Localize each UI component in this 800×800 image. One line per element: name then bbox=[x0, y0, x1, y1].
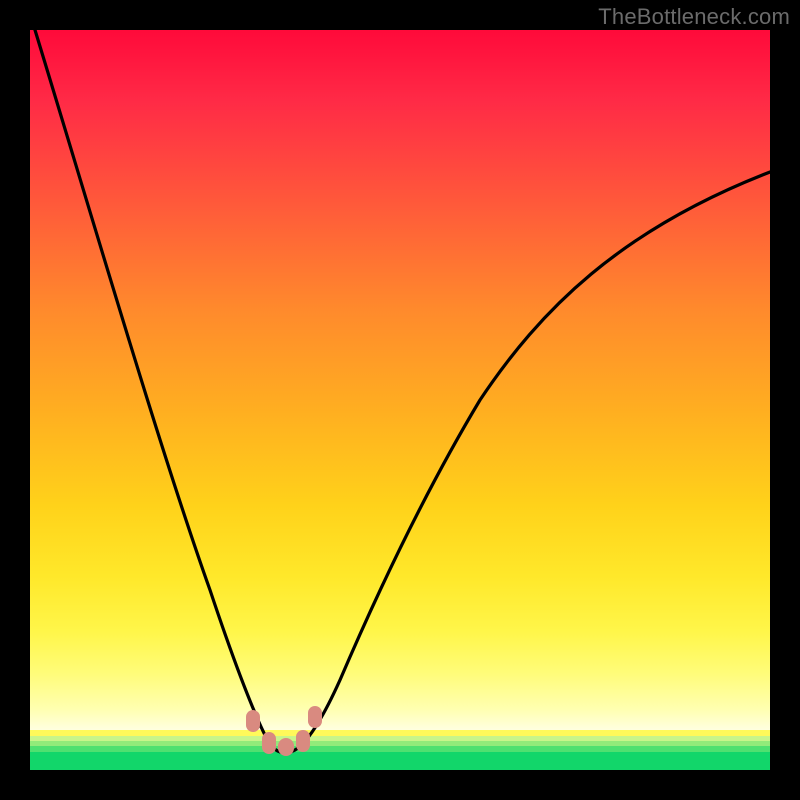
curve-layer bbox=[30, 30, 770, 770]
chart-frame: TheBottleneck.com bbox=[0, 0, 800, 800]
plot-area bbox=[30, 30, 770, 770]
trough-markers bbox=[246, 706, 322, 756]
watermark-text: TheBottleneck.com bbox=[598, 4, 790, 30]
bottleneck-curve bbox=[35, 30, 770, 753]
